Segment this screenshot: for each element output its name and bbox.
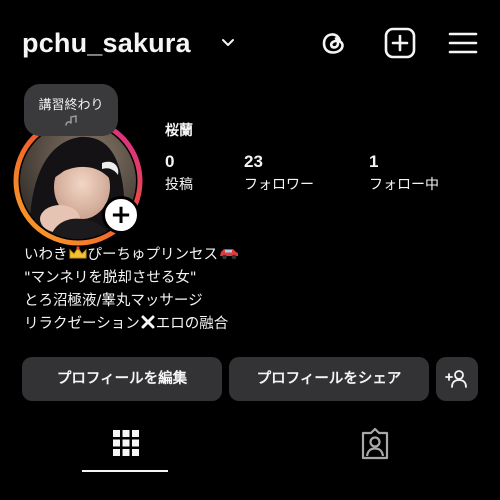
chevron-down-icon[interactable]: [220, 36, 236, 50]
grid-icon[interactable]: [112, 429, 140, 457]
cross-mark-icon: [141, 315, 155, 329]
add-post-icon[interactable]: [383, 26, 417, 60]
followers-stat[interactable]: 23 フォロワー: [244, 152, 314, 194]
profile-header: pchu_sakura: [0, 0, 500, 88]
plus-icon: +: [110, 200, 132, 230]
discover-people-button[interactable]: [436, 357, 478, 401]
bio-text: エロの融合: [155, 316, 229, 332]
posts-count: 0: [165, 152, 175, 171]
note-text: 講習終わり: [38, 98, 104, 113]
bio-line-1: いわき ぴーちゅプリンセス: [24, 244, 240, 267]
posts-stat[interactable]: 0 投稿: [165, 152, 193, 194]
username[interactable]: pchu_sakura: [22, 28, 191, 59]
car-icon: [220, 249, 238, 260]
following-label: フォロー中: [369, 177, 439, 193]
tagged-person-icon[interactable]: [360, 428, 390, 460]
following-stat[interactable]: 1 フォロー中: [369, 152, 439, 194]
following-count: 1: [369, 152, 379, 171]
add-person-icon: [445, 370, 467, 388]
display-name: 桜蘭: [165, 123, 193, 139]
threads-icon[interactable]: [317, 26, 351, 60]
followers-label: フォロワー: [244, 177, 314, 193]
active-tab-indicator: [82, 470, 168, 472]
profile-bio: いわき ぴーちゅプリンセス "マンネリを脱却させる女" とろ沼極液/睾丸マッサージ…: [24, 244, 240, 336]
followers-count: 23: [244, 152, 263, 171]
bio-text: リラクゼーション: [24, 316, 140, 332]
share-profile-button[interactable]: プロフィールをシェア: [229, 357, 429, 401]
bio-text: いわき: [24, 247, 68, 263]
bio-line-4: リラクゼーション エロの融合: [24, 313, 240, 336]
crown-icon: [69, 246, 86, 259]
posts-label: 投稿: [165, 177, 193, 193]
note-bubble[interactable]: 講習終わり: [24, 84, 118, 136]
bio-line-3: とろ沼極液/睾丸マッサージ: [24, 293, 203, 309]
edit-profile-button[interactable]: プロフィールを編集: [22, 357, 222, 401]
profile-screen: pchu_sakura + 講習終わり 桜蘭 0 投稿 23 フォロワー 1 フ…: [0, 0, 500, 500]
music-note-icon: [65, 115, 77, 126]
hamburger-menu-icon[interactable]: [446, 26, 480, 60]
add-story-button[interactable]: +: [102, 196, 140, 234]
bio-line-2: "マンネリを脱却させる女": [24, 270, 197, 286]
bio-text: ぴーちゅプリンセス: [87, 247, 219, 263]
